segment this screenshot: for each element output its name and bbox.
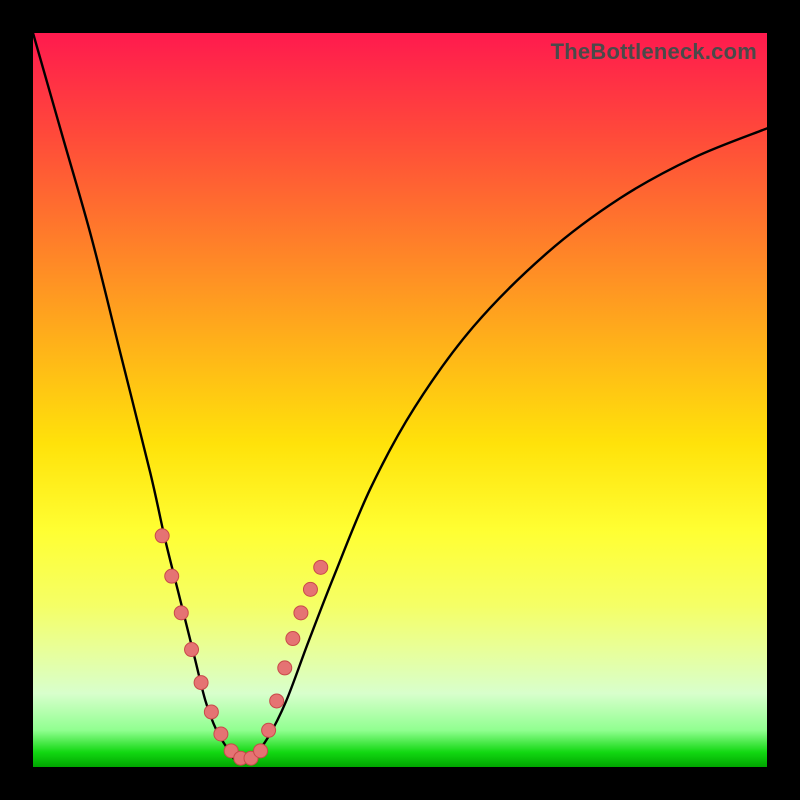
chart-frame: TheBottleneck.com <box>0 0 800 800</box>
series-marker <box>286 632 300 646</box>
series-marker <box>314 560 328 574</box>
series-marker <box>254 744 268 758</box>
series-marker <box>278 661 292 675</box>
series-marker <box>270 694 284 708</box>
chart-svg <box>33 33 767 767</box>
series-marker <box>174 606 188 620</box>
series-marker <box>204 705 218 719</box>
bottleneck-curve <box>33 33 767 761</box>
series-marker <box>165 569 179 583</box>
series-marker <box>214 727 228 741</box>
series-marker <box>194 676 208 690</box>
plot-area: TheBottleneck.com <box>33 33 767 767</box>
series-marker <box>294 606 308 620</box>
series-marker <box>262 723 276 737</box>
series-marker <box>155 529 169 543</box>
series-marker <box>185 643 199 657</box>
markers-group <box>155 529 328 765</box>
series-marker <box>303 582 317 596</box>
